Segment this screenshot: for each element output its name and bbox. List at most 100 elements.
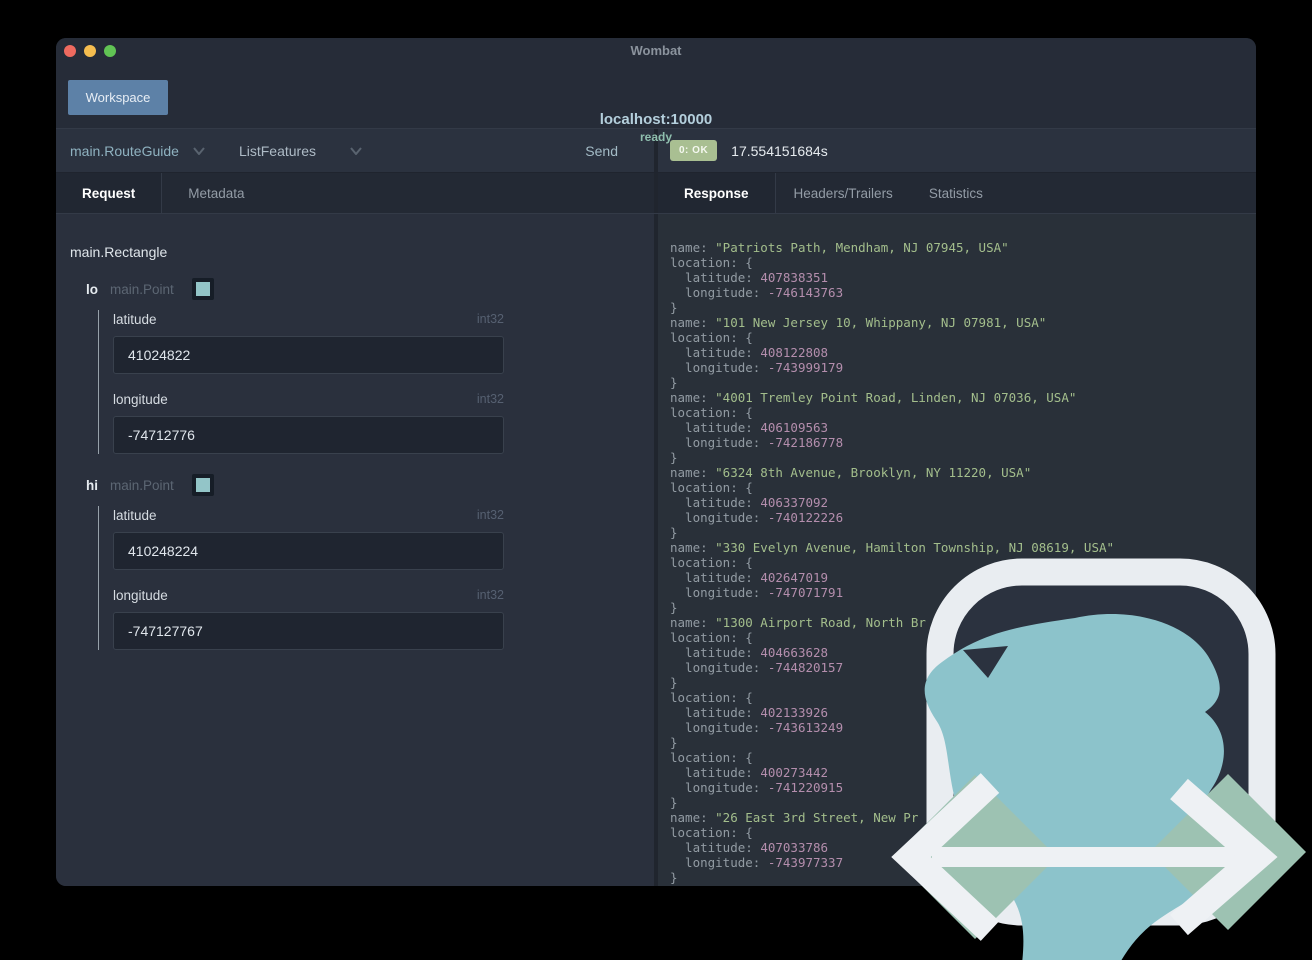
call-duration: 17.554151684s (731, 142, 828, 159)
response-line: name: "4001 Tremley Point Road, Linden, … (670, 390, 1077, 405)
response-line: location: { (670, 405, 753, 420)
server-address: localhost:10000 (599, 111, 713, 128)
response-line: location: { (670, 330, 753, 345)
response-pane[interactable]: name: "Patriots Path, Mendham, NJ 07945,… (658, 214, 1256, 886)
field-group-lo: lo main.Point latitude int32 longitude i… (70, 278, 640, 454)
response-line: longitude: -744820157 (670, 660, 844, 675)
titlebar: Wombat Workspace localhost:10000 ready (56, 38, 1256, 144)
response-line: } (670, 795, 678, 810)
field-type: main.Point (110, 477, 174, 493)
request-pane: main.Rectangle lo main.Point latitude in… (56, 214, 654, 886)
chevron-down-icon (193, 146, 205, 155)
field-type: main.Point (110, 281, 174, 297)
response-line: location: { (670, 255, 753, 270)
field-scalar-type: int32 (476, 312, 504, 326)
response-line: latitude: 402133926 (670, 705, 829, 720)
field-name: hi (86, 477, 98, 493)
response-line: } (670, 375, 678, 390)
response-line: } (670, 600, 678, 615)
response-line: latitude: 404663628 (670, 645, 829, 660)
send-button[interactable]: Send (585, 143, 618, 159)
field-scalar-type: int32 (476, 392, 504, 406)
response-line: name: "6324 8th Avenue, Brooklyn, NY 112… (670, 465, 1032, 480)
response-line: location: { (670, 750, 753, 765)
field-label: latitude (113, 507, 157, 523)
field-label-row: longitude int32 (113, 586, 504, 604)
response-line: location: { (670, 690, 753, 705)
method-select-value: ListFeatures (238, 142, 316, 159)
chevron-down-icon (350, 146, 362, 155)
tab-bar: Request Metadata Response Headers/Traile… (56, 172, 1256, 214)
response-line: } (670, 675, 678, 690)
response-body: name: "Patriots Path, Mendham, NJ 07945,… (670, 240, 1256, 885)
response-line: } (670, 525, 678, 540)
tab-response[interactable]: Response (658, 173, 776, 213)
response-line: name: "101 New Jersey 10, Whippany, NJ 0… (670, 315, 1047, 330)
response-line: } (670, 735, 678, 750)
response-line: longitude: -741220915 (670, 780, 844, 795)
response-line: longitude: -743613249 (670, 720, 844, 735)
response-line: name: "330 Evelyn Avenue, Hamilton Towns… (670, 540, 1115, 555)
response-line: latitude: 400273442 (670, 765, 829, 780)
response-line: longitude: -747071791 (670, 585, 844, 600)
response-line: } (670, 450, 678, 465)
request-tabs: Request Metadata (56, 173, 654, 213)
workspace-button[interactable]: Workspace (68, 80, 168, 115)
field-group-header: hi main.Point (86, 474, 640, 496)
response-line: location: { (670, 555, 753, 570)
longitude-input[interactable] (113, 612, 504, 650)
content-area: main.Rectangle lo main.Point latitude in… (56, 214, 1256, 886)
response-line: latitude: 406337092 (670, 495, 829, 510)
response-line: latitude: 407033786 (670, 840, 829, 855)
service-select-value: main.RouteGuide (70, 142, 179, 159)
response-line: longitude: -743977337 (670, 855, 844, 870)
message-type-title: main.Rectangle (70, 244, 168, 260)
response-line: longitude: -743999179 (670, 360, 844, 375)
field-group-header: lo main.Point (86, 278, 640, 300)
longitude-input[interactable] (113, 416, 504, 454)
latitude-input[interactable] (113, 336, 504, 374)
field-checkbox[interactable] (191, 278, 214, 300)
response-line: } (670, 870, 678, 885)
tab-metadata[interactable]: Metadata (162, 173, 270, 213)
tab-request[interactable]: Request (56, 173, 163, 213)
method-select[interactable]: ListFeatures (239, 143, 362, 159)
screenshot-stage: Wombat Workspace localhost:10000 ready m… (0, 0, 1312, 960)
field-label-row: latitude int32 (113, 506, 504, 524)
field-checkbox[interactable] (191, 474, 214, 496)
window-title: Wombat (630, 43, 682, 58)
checkbox-fill-icon (195, 478, 210, 492)
response-line: name: "1300 Airport Road, North Br (670, 615, 926, 630)
field-group-hi: hi main.Point latitude int32 longitude i… (70, 474, 640, 650)
response-tabs: Response Headers/Trailers Statistics (658, 173, 1256, 213)
field-scalar-type: int32 (476, 508, 504, 522)
latitude-input[interactable] (113, 532, 504, 570)
request-toolbar: main.RouteGuide ListFeatures Send (56, 129, 654, 172)
response-line: latitude: 407838351 (670, 270, 829, 285)
tab-headers-trailers[interactable]: Headers/Trailers (776, 173, 911, 213)
field-label-row: latitude int32 (113, 310, 504, 328)
field-label: longitude (113, 391, 168, 407)
service-select[interactable]: main.RouteGuide (70, 143, 205, 159)
response-line: latitude: 406109563 (670, 420, 829, 435)
response-line: } (670, 300, 678, 315)
response-line: location: { (670, 825, 753, 840)
response-line: location: { (670, 480, 753, 495)
field-group-body: latitude int32 longitude int32 (98, 506, 504, 650)
checkbox-fill-icon (195, 282, 210, 296)
response-line: name: "26 East 3rd Street, New Pr (670, 810, 919, 825)
field-scalar-type: int32 (476, 588, 504, 602)
response-line: longitude: -742186778 (670, 435, 844, 450)
field-label: latitude (113, 311, 157, 327)
field-name: lo (86, 281, 98, 297)
response-line: latitude: 408122808 (670, 345, 829, 360)
response-line: name: "Patriots Path, Mendham, NJ 07945,… (670, 240, 1009, 255)
field-label-row: longitude int32 (113, 390, 504, 408)
response-line: latitude: 402647019 (670, 570, 829, 585)
field-label: longitude (113, 587, 168, 603)
response-line: longitude: -746143763 (670, 285, 844, 300)
app-window: Wombat Workspace localhost:10000 ready m… (56, 38, 1256, 886)
field-group-body: latitude int32 longitude int32 (98, 310, 504, 454)
response-line: longitude: -740122226 (670, 510, 844, 525)
tab-statistics[interactable]: Statistics (911, 173, 1001, 213)
